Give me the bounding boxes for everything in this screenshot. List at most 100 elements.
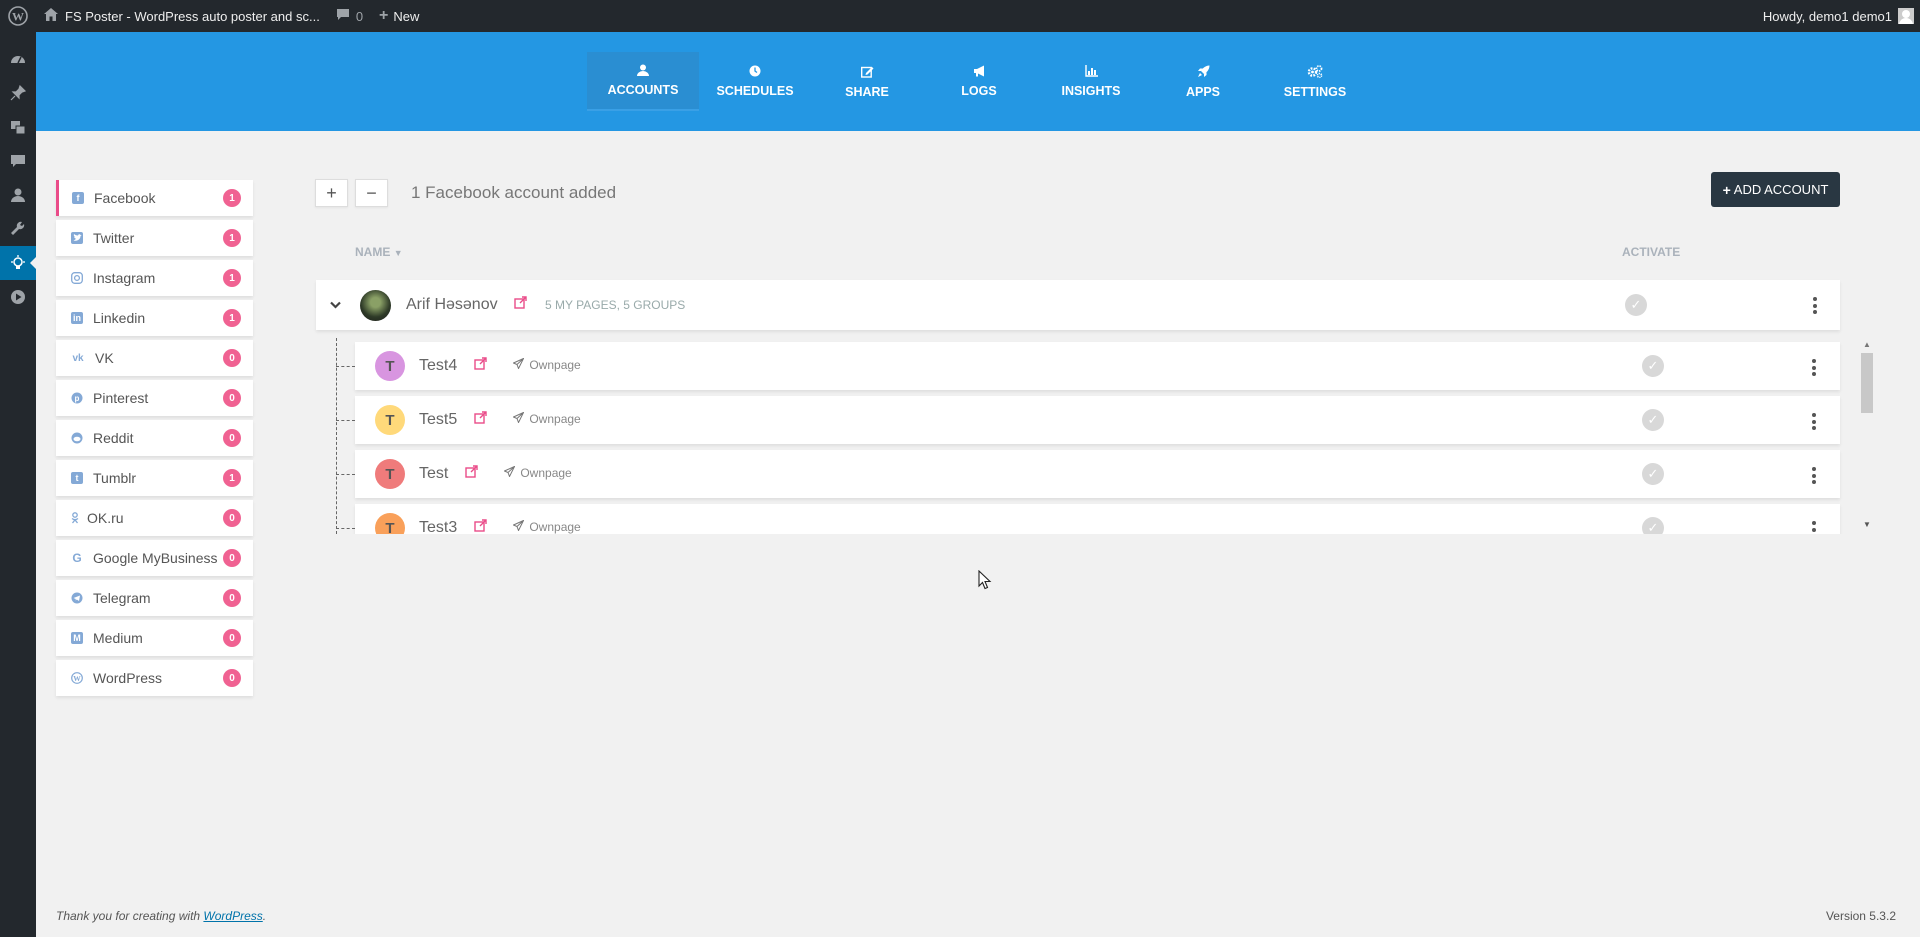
facebook-icon: f bbox=[72, 192, 84, 204]
count-badge: 0 bbox=[223, 349, 241, 367]
more-options-icon[interactable] bbox=[1809, 412, 1819, 431]
comment-icon bbox=[336, 8, 350, 24]
account-name[interactable]: Arif Həsənov bbox=[406, 296, 498, 314]
scrollbar-thumb[interactable] bbox=[1861, 353, 1873, 413]
tab-apps[interactable]: APPS bbox=[1147, 52, 1259, 111]
tree-connector bbox=[336, 420, 355, 421]
network-item-telegram[interactable]: Telegram 0 bbox=[56, 580, 253, 616]
activate-check-icon[interactable]: ✓ bbox=[1642, 355, 1664, 377]
page-name[interactable]: Test4 bbox=[419, 357, 457, 375]
media-icon[interactable] bbox=[0, 110, 36, 144]
plus-icon: + bbox=[326, 182, 337, 203]
count-badge: 0 bbox=[223, 669, 241, 687]
new-content-link[interactable]: + New bbox=[371, 0, 427, 32]
tab-settings[interactable]: SETTINGS bbox=[1259, 52, 1371, 111]
network-item-google-mybusiness[interactable]: G Google MyBusiness 0 bbox=[56, 540, 253, 576]
list-item[interactable]: T Test3 Ownpage ✓ bbox=[336, 504, 1840, 534]
list-item[interactable]: T Test Ownpage ✓ bbox=[336, 450, 1840, 498]
count-badge: 1 bbox=[223, 229, 241, 247]
page-name[interactable]: Test5 bbox=[419, 411, 457, 429]
mouse-cursor-icon bbox=[978, 570, 992, 590]
pages-scrollbar[interactable]: ▲ ▼ bbox=[1860, 338, 1874, 534]
network-item-tumblr[interactable]: t Tumblr 1 bbox=[56, 460, 253, 496]
pinterest-icon: p bbox=[71, 392, 83, 404]
users-icon[interactable] bbox=[0, 178, 36, 212]
network-item-vk[interactable]: vk VK 0 bbox=[56, 340, 253, 376]
more-options-icon[interactable] bbox=[1810, 296, 1820, 315]
chevron-down-icon[interactable] bbox=[330, 296, 341, 312]
external-link-icon[interactable] bbox=[474, 411, 487, 427]
expand-all-button[interactable]: + bbox=[315, 179, 348, 207]
wordpress-logo-icon[interactable]: W bbox=[0, 0, 36, 32]
network-item-wordpress[interactable]: W WordPress 0 bbox=[56, 660, 253, 696]
tab-accounts[interactable]: ACCOUNTS bbox=[587, 52, 699, 111]
network-item-linkedin[interactable]: in Linkedin 1 bbox=[56, 300, 253, 336]
count-badge: 0 bbox=[223, 629, 241, 647]
page-avatar: T bbox=[375, 513, 405, 534]
tab-label: SCHEDULES bbox=[716, 84, 794, 98]
column-header-name[interactable]: NAME ▼ bbox=[355, 245, 403, 259]
external-link-icon[interactable] bbox=[514, 296, 527, 312]
network-label: Twitter bbox=[93, 230, 135, 246]
activate-check-icon[interactable]: ✓ bbox=[1642, 409, 1664, 431]
tools-icon[interactable] bbox=[0, 212, 36, 246]
network-item-okru[interactable]: OK.ru 0 bbox=[56, 500, 253, 536]
tab-insights[interactable]: INSIGHTS bbox=[1035, 52, 1147, 111]
tab-schedules[interactable]: SCHEDULES bbox=[699, 52, 811, 111]
more-options-icon[interactable] bbox=[1809, 466, 1819, 485]
network-item-medium[interactable]: M Medium 0 bbox=[56, 620, 253, 656]
wordpress-link[interactable]: WordPress bbox=[203, 909, 262, 923]
dashboard-icon[interactable] bbox=[0, 42, 36, 76]
count-badge: 0 bbox=[223, 509, 241, 527]
pin-icon[interactable] bbox=[0, 76, 36, 110]
site-name-link[interactable]: FS Poster - WordPress auto poster and sc… bbox=[36, 0, 328, 32]
svg-text:p: p bbox=[75, 394, 80, 403]
account-row[interactable]: Arif Həsənov 5 MY PAGES, 5 GROUPS ✓ bbox=[316, 280, 1840, 330]
rocket-icon bbox=[1197, 65, 1210, 80]
network-item-reddit[interactable]: Reddit 0 bbox=[56, 420, 253, 456]
play-icon[interactable] bbox=[0, 280, 36, 314]
network-label: Pinterest bbox=[93, 390, 149, 406]
activate-check-icon[interactable]: ✓ bbox=[1642, 463, 1664, 485]
column-header-activate: ACTIVATE bbox=[1622, 245, 1681, 259]
count-badge: 0 bbox=[223, 389, 241, 407]
gears-icon bbox=[1307, 64, 1323, 80]
tab-share[interactable]: SHARE bbox=[811, 52, 923, 111]
footer-thanks-suffix: . bbox=[262, 909, 267, 923]
comments-icon[interactable] bbox=[0, 144, 36, 178]
tab-logs[interactable]: LOGS bbox=[923, 52, 1035, 111]
page-name[interactable]: Test3 bbox=[419, 519, 457, 534]
plus-icon: + bbox=[1722, 181, 1731, 198]
more-options-icon[interactable] bbox=[1809, 358, 1819, 377]
nav-tabs: ACCOUNTS SCHEDULES SHARE LOGS INSIGHTS A… bbox=[587, 52, 1371, 111]
network-item-pinterest[interactable]: p Pinterest 0 bbox=[56, 380, 253, 416]
list-item[interactable]: T Test4 Ownpage ✓ bbox=[336, 342, 1840, 390]
scroll-down-arrow-icon[interactable]: ▼ bbox=[1863, 520, 1871, 529]
external-link-icon[interactable] bbox=[474, 519, 487, 534]
network-label: VK bbox=[95, 350, 114, 366]
tab-label: ACCOUNTS bbox=[607, 83, 679, 97]
more-options-icon[interactable] bbox=[1809, 520, 1819, 534]
my-account-link[interactable]: Howdy, demo1 demo1 bbox=[1755, 0, 1920, 32]
activate-check-icon[interactable]: ✓ bbox=[1642, 517, 1664, 534]
network-label: Reddit bbox=[93, 430, 134, 446]
comments-link[interactable]: 0 bbox=[328, 0, 371, 32]
network-item-facebook[interactable]: f Facebook 1 bbox=[56, 180, 253, 216]
collapse-all-button[interactable]: − bbox=[355, 179, 388, 207]
list-item[interactable]: T Test5 Ownpage ✓ bbox=[336, 396, 1840, 444]
page-type: Ownpage bbox=[503, 465, 572, 480]
howdy-text: Howdy, demo1 demo1 bbox=[1762, 8, 1892, 24]
network-item-instagram[interactable]: Instagram 1 bbox=[56, 260, 253, 296]
scroll-up-arrow-icon[interactable]: ▲ bbox=[1863, 340, 1871, 349]
fs-poster-icon[interactable] bbox=[0, 246, 36, 280]
external-link-icon[interactable] bbox=[465, 465, 478, 481]
plugin-top-nav: ACCOUNTS SCHEDULES SHARE LOGS INSIGHTS A… bbox=[36, 32, 1920, 131]
activate-check-icon[interactable]: ✓ bbox=[1625, 294, 1647, 316]
network-item-twitter[interactable]: Twitter 1 bbox=[56, 220, 253, 256]
page-avatar: T bbox=[375, 351, 405, 381]
external-link-icon[interactable] bbox=[474, 357, 487, 373]
page-name[interactable]: Test bbox=[419, 465, 448, 483]
sort-caret-icon: ▼ bbox=[393, 248, 403, 258]
add-account-button[interactable]: + ADD ACCOUNT bbox=[1711, 172, 1840, 207]
footer-thanks-text: Thank you for creating with bbox=[56, 909, 204, 923]
